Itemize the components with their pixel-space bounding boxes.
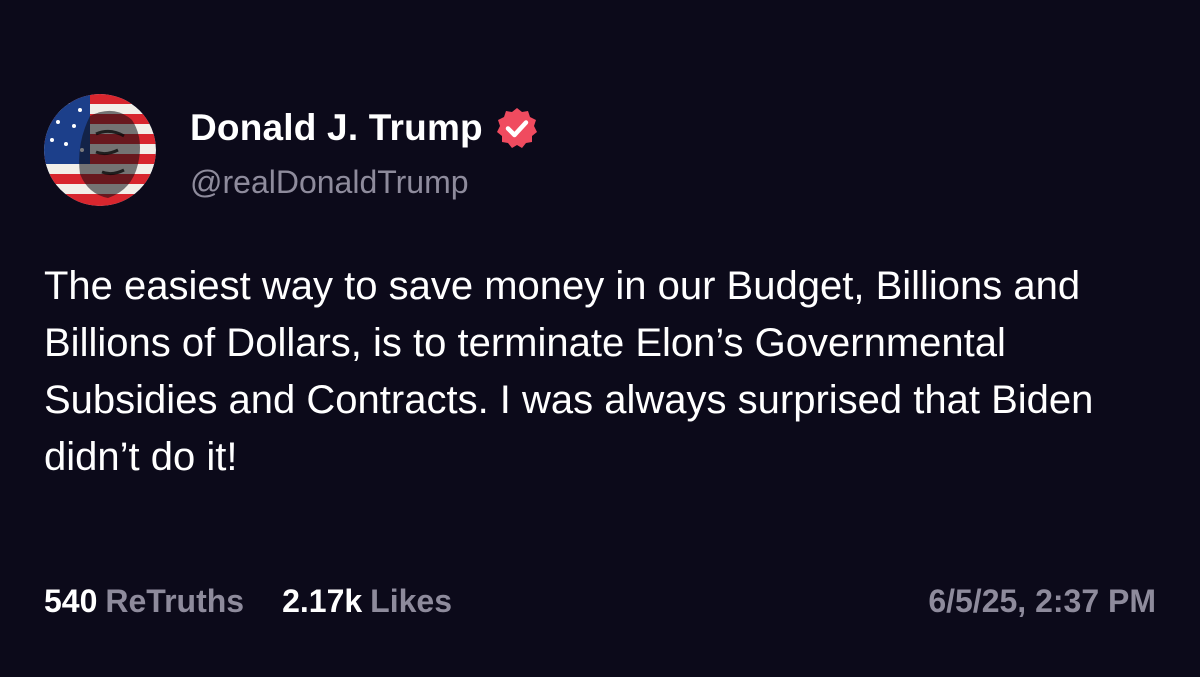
likes-stat[interactable]: 2.17k Likes bbox=[282, 583, 452, 620]
post-card: Donald J. Trump @realDonaldTrump The eas… bbox=[0, 0, 1200, 677]
avatar-image bbox=[44, 94, 156, 206]
retruths-count: 540 bbox=[44, 582, 98, 619]
retruths-stat[interactable]: 540 ReTruths bbox=[44, 583, 244, 620]
author-avatar[interactable] bbox=[44, 94, 156, 206]
likes-count: 2.17k bbox=[282, 582, 363, 619]
post-text: The easiest way to save money in our Bud… bbox=[44, 264, 1094, 479]
display-name-row: Donald J. Trump bbox=[190, 104, 539, 152]
retruths-label: ReTruths bbox=[105, 582, 245, 619]
post-footer: 540 ReTruths 2.17k Likes 6/5/25, 2:37 PM bbox=[44, 578, 1156, 624]
post-timestamp[interactable]: 6/5/25, 2:37 PM bbox=[928, 583, 1156, 620]
author-handle[interactable]: @realDonaldTrump bbox=[190, 164, 539, 201]
verified-badge-icon bbox=[495, 106, 539, 150]
author-display-name[interactable]: Donald J. Trump bbox=[190, 107, 483, 149]
author-info: Donald J. Trump @realDonaldTrump bbox=[190, 104, 539, 201]
likes-label: Likes bbox=[370, 582, 452, 619]
